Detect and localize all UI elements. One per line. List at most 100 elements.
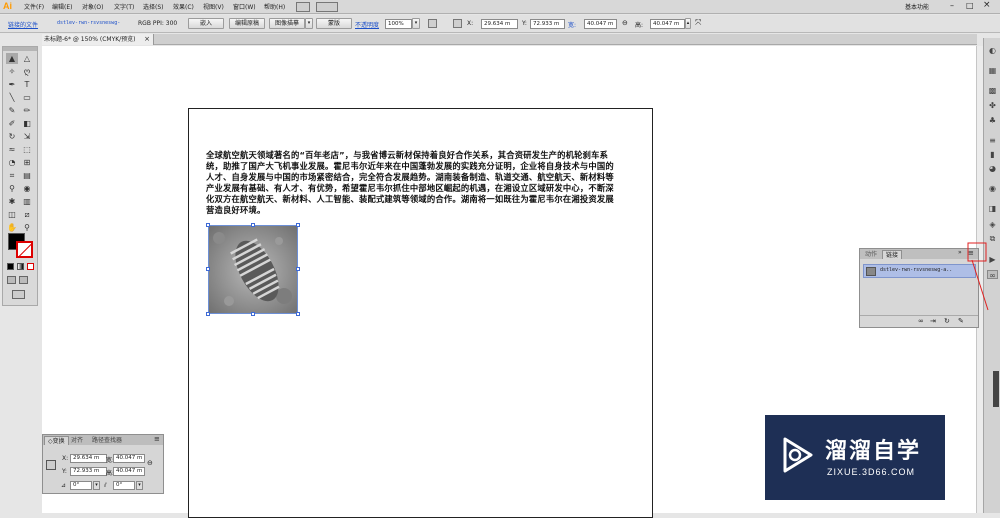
reference-point-icon[interactable] [453,19,462,28]
rotate-field[interactable]: 0° [70,481,92,490]
maximize-icon[interactable]: □ [966,1,974,10]
free-transform-tool-icon[interactable]: ⬚ [21,144,33,155]
menu-edit[interactable]: 编辑(E) [52,2,72,11]
dock-scroll-thumb[interactable] [993,371,999,407]
color-mode-icon[interactable] [7,263,14,270]
shape-builder-tool-icon[interactable]: ◔ [6,157,18,168]
selection-handle[interactable] [296,267,300,271]
selection-handle[interactable] [296,312,300,316]
mesh-tool-icon[interactable]: ⌗ [6,170,18,181]
height-field[interactable]: 40.047 m [650,19,685,29]
selection-handle[interactable] [206,312,210,316]
image-trace-dropdown[interactable]: ▾ [305,18,313,29]
minimize-icon[interactable]: – [950,1,954,10]
tp-h-field[interactable]: 40.047 m [113,467,145,476]
body-paragraph[interactable]: 全球航空航天领域著名的“百年老店”，与我省博云新材保持着良好合作关系，其合资研发… [206,150,614,216]
eyedropper-tool-icon[interactable]: ⚲ [6,183,18,194]
linked-file-label[interactable]: 链接的文件 [8,20,38,29]
transparency-icon[interactable]: ◕ [987,164,998,173]
bridge-icon[interactable] [296,2,310,12]
perspective-grid-tool-icon[interactable]: ⊞ [21,157,33,168]
transform-icon[interactable]: ⤧ [695,18,701,28]
embed-button[interactable]: 嵌入 [188,18,224,29]
brushes-icon[interactable]: ✤ [987,101,998,110]
go-to-link-icon[interactable]: ⇥ [930,317,936,325]
opacity-label[interactable]: 不透明度 [355,20,379,29]
document-tab[interactable]: 未标题-6* @ 150% (CMYK/预览) × [42,34,154,45]
collapse-icon[interactable]: » [958,249,962,256]
shear-dropdown[interactable]: ▾ [136,481,143,490]
color-panel-icon[interactable]: ◐ [987,46,998,55]
mask-button[interactable]: 蒙版 [316,18,352,29]
relink-icon[interactable]: ∞ [918,317,924,325]
y-field[interactable]: 72.933 m [530,19,565,29]
column-graph-tool-icon[interactable]: ▥ [21,196,33,207]
gradient-tool-icon[interactable]: ▤ [21,170,33,181]
slice-tool-icon[interactable]: ⧄ [21,209,33,220]
magic-wand-tool-icon[interactable]: ✧ [6,66,18,77]
tab-close-icon[interactable]: × [144,34,150,45]
image-trace-button[interactable]: 图像描摹 [269,18,305,29]
close-icon[interactable]: × [983,0,991,10]
tools-panel-header[interactable] [3,47,37,51]
draw-normal-icon[interactable] [7,276,16,284]
width-tool-icon[interactable]: ≈ [6,144,18,155]
selection-tool-icon[interactable]: ▲ [6,53,18,64]
type-tool-icon[interactable]: T [21,79,33,90]
width-field[interactable]: 40.047 m [584,19,617,29]
draw-behind-icon[interactable] [19,276,28,284]
update-link-icon[interactable]: ↻ [944,317,950,325]
tp-x-field[interactable]: 29.634 m [70,454,107,463]
tab-actions[interactable]: 动作 [862,250,880,259]
link-proportions-icon[interactable]: ⊖ [622,19,628,27]
symbols-icon[interactable]: ♣ [987,116,998,125]
constrain-proportions-icon[interactable]: ⊖ [147,459,153,467]
edit-original-icon[interactable]: ✎ [958,317,964,325]
selection-handle[interactable] [251,223,255,227]
rotate-dropdown[interactable]: ▾ [93,481,100,490]
selection-handle[interactable] [206,223,210,227]
stroke-swatch[interactable] [16,241,33,258]
tp-w-field[interactable]: 40.047 m [113,454,145,463]
tab-align[interactable]: 对齐 [68,436,86,445]
lasso-tool-icon[interactable]: ღ [21,66,33,77]
pen-tool-icon[interactable]: ✒ [6,79,18,90]
menu-help[interactable]: 帮助(H) [264,2,285,11]
tab-transform[interactable]: ◇变换 [44,436,69,445]
zoom-tool-icon[interactable]: ⚲ [21,222,33,233]
blend-tool-icon[interactable]: ◉ [21,183,33,194]
linked-filename[interactable]: dstlev-rwn-rsvsneswg- [57,20,120,26]
direct-selection-tool-icon[interactable]: △ [21,53,33,64]
none-mode-icon[interactable] [27,263,34,270]
selection-handle[interactable] [251,312,255,316]
gradient-icon[interactable]: ▮ [987,150,998,159]
selection-handle[interactable] [206,267,210,271]
shear-field[interactable]: 0° [113,481,135,490]
x-field[interactable]: 29.634 m [481,19,518,29]
symbol-sprayer-tool-icon[interactable]: ✱ [6,196,18,207]
menu-file[interactable]: 文件(F) [24,2,44,11]
menu-select[interactable]: 选择(S) [143,2,164,11]
selection-handle[interactable] [296,223,300,227]
arrange-documents-icon[interactable] [316,2,338,12]
panel-menu-icon[interactable]: ≡ [154,435,160,443]
appearance-icon[interactable]: ◉ [987,184,998,193]
link-item[interactable]: dstlev-rwn-rsvsneswg-a.. [863,264,976,278]
line-tool-icon[interactable]: ╲ [6,92,18,103]
menu-type[interactable]: 文字(T) [114,2,134,11]
recolor-icon[interactable] [428,19,437,28]
graphic-styles-icon[interactable]: ◨ [987,204,998,213]
screen-mode-icon[interactable] [12,290,25,299]
menu-view[interactable]: 视图(V) [203,2,224,11]
eraser-tool-icon[interactable]: ◧ [21,118,33,129]
blob-brush-tool-icon[interactable]: ✐ [6,118,18,129]
workspace-switcher[interactable]: 基本功能 [905,2,929,11]
rotate-tool-icon[interactable]: ↻ [6,131,18,142]
reference-point-icon[interactable] [46,460,56,470]
opacity-field[interactable]: 100% [385,19,412,29]
hand-tool-icon[interactable]: ✋ [6,222,18,233]
stroke-icon[interactable]: ≡ [987,136,998,145]
edit-original-button[interactable]: 编辑原稿 [229,18,265,29]
tab-pathfinder[interactable]: 路径查找器 [89,436,125,445]
scale-tool-icon[interactable]: ⇲ [21,131,33,142]
